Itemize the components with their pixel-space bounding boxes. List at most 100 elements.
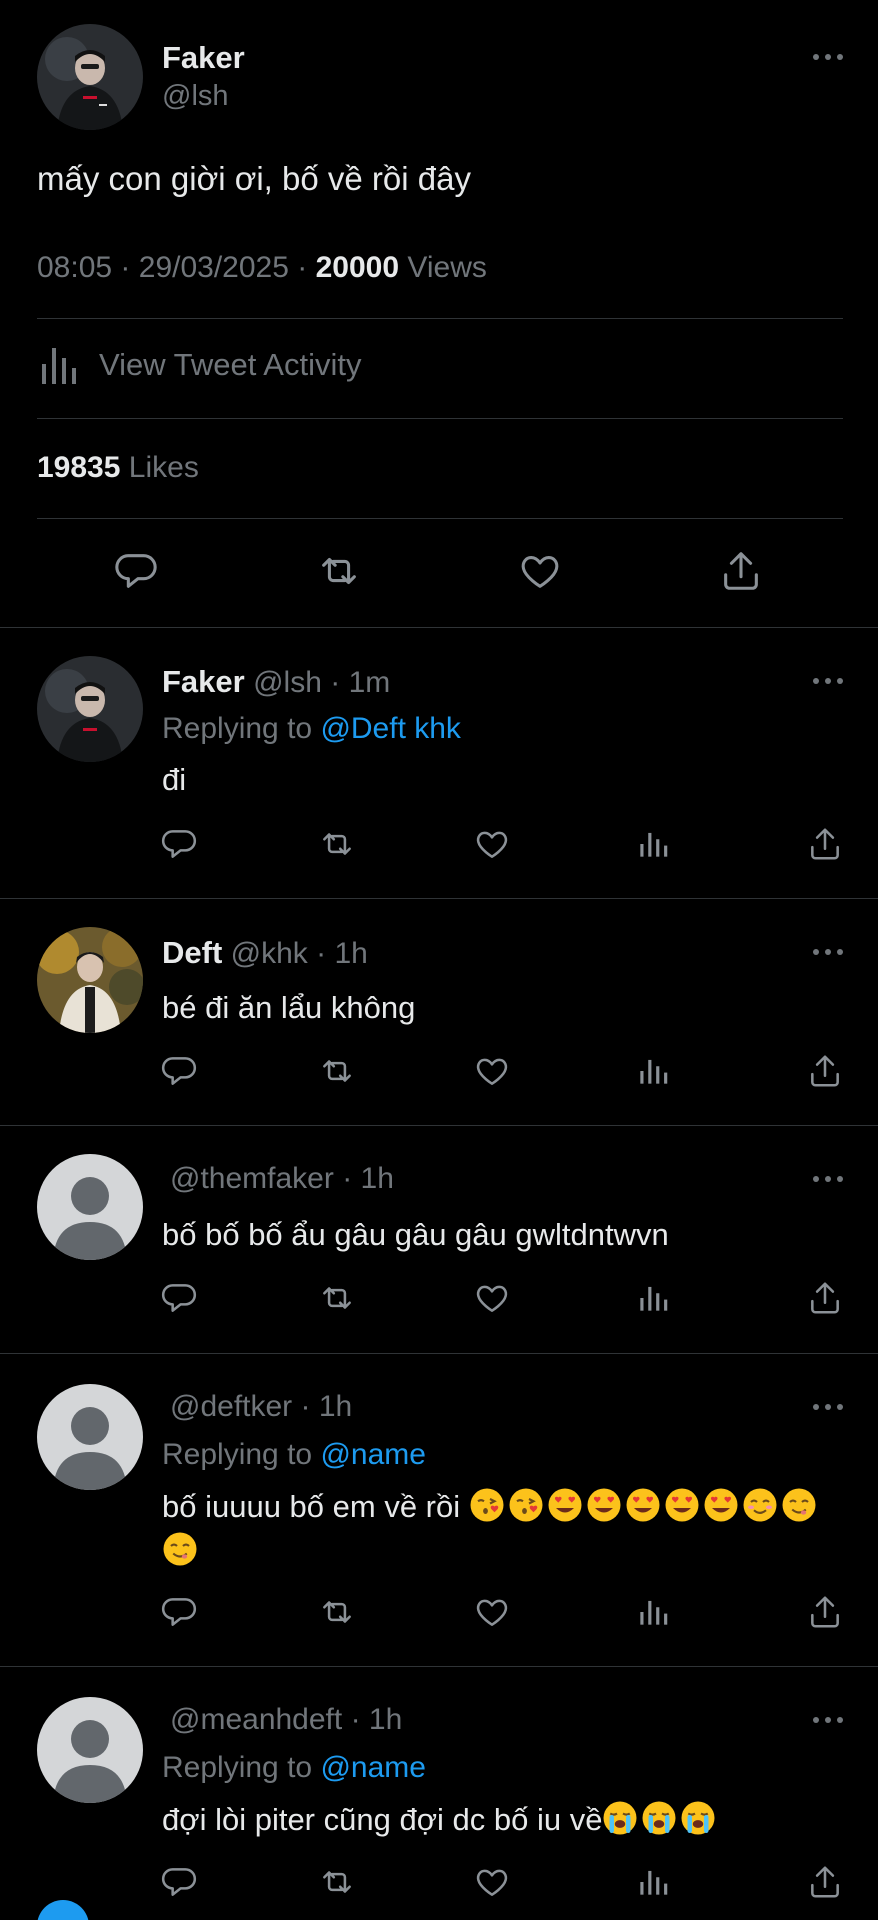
retweet-icon[interactable] bbox=[318, 825, 356, 863]
default-avatar[interactable] bbox=[37, 1154, 143, 1260]
tweet-text: mấy con giời ơi, bố về rồi đây bbox=[37, 160, 471, 197]
author-name[interactable]: Faker bbox=[162, 40, 245, 76]
reply-tweet[interactable]: Faker @lsh · 1m Replying to @Deft khk đi bbox=[0, 628, 878, 899]
reply-text: đợi lòi piter cũng đợi dc bố iu về bbox=[162, 1802, 603, 1837]
views-count: 20000 bbox=[315, 251, 400, 284]
more-options-icon[interactable] bbox=[808, 1392, 848, 1422]
share-icon[interactable] bbox=[806, 1593, 844, 1631]
reply-text: bố iuuuu bố em về rồi bbox=[162, 1489, 461, 1524]
share-icon[interactable] bbox=[806, 1279, 844, 1317]
more-options-icon[interactable] bbox=[808, 666, 848, 696]
reply-text-block: đợi lòi piter cũng đợi dc bố iu về bbox=[162, 1798, 852, 1842]
meta-separator: · bbox=[300, 1390, 311, 1423]
like-icon[interactable] bbox=[473, 825, 511, 863]
replying-to-label: Replying to bbox=[162, 712, 313, 745]
reply-tweet[interactable]: Deft @khk · 1h bé đi ăn lẩu không bbox=[0, 899, 878, 1126]
more-options-icon[interactable] bbox=[808, 1164, 848, 1194]
reply-time: 1h bbox=[334, 937, 368, 970]
heart-eyes-emoji-icon bbox=[587, 1488, 621, 1522]
reply-author-handle[interactable]: @khk bbox=[231, 937, 308, 970]
more-options-icon[interactable] bbox=[808, 42, 848, 72]
main-tweet: Faker @lsh mấy con giời ơi, bố về rồi đâ… bbox=[0, 0, 878, 628]
meta-separator: · bbox=[330, 666, 341, 699]
share-icon[interactable] bbox=[806, 1052, 844, 1090]
views-icon[interactable] bbox=[634, 1052, 672, 1090]
reply-tweet[interactable]: @deftker · 1h Replying to @name bố iuuuu… bbox=[0, 1354, 878, 1667]
author-handle[interactable]: @lsh bbox=[162, 80, 229, 113]
tweet-time: 08:05 bbox=[37, 251, 113, 284]
kissing-heart-emoji-icon bbox=[509, 1488, 543, 1522]
reply-author-handle[interactable]: @deftker bbox=[170, 1390, 292, 1423]
reply-header: Faker @lsh · 1m bbox=[162, 664, 390, 700]
deft-avatar[interactable] bbox=[37, 927, 143, 1033]
retweet-icon[interactable] bbox=[318, 1593, 356, 1631]
heart-eyes-emoji-icon bbox=[704, 1488, 738, 1522]
share-icon[interactable] bbox=[806, 1863, 844, 1901]
likes-count: 19835 bbox=[37, 451, 121, 484]
reply-tweet[interactable]: @themfaker · 1h bố bố bố ẩu gâu gâu gâu … bbox=[0, 1126, 878, 1354]
like-icon[interactable] bbox=[473, 1593, 511, 1631]
loudly-crying-emoji-icon bbox=[681, 1801, 715, 1835]
reply-header: @meanhdeft · 1h bbox=[162, 1703, 402, 1737]
reply-text: bố bố bố ẩu gâu gâu gâu gwltdntwvn bbox=[162, 1217, 669, 1252]
reply-author-handle[interactable]: @meanhdeft bbox=[170, 1703, 342, 1736]
reply-text: bé đi ăn lẩu không bbox=[162, 990, 416, 1025]
reply-time: 1h bbox=[368, 1703, 403, 1736]
reply-author-name[interactable]: Deft bbox=[162, 935, 222, 970]
reply-icon[interactable] bbox=[113, 548, 159, 594]
replying-to-link[interactable]: @Deft khk bbox=[320, 712, 461, 745]
emoji-run bbox=[602, 1801, 719, 1837]
view-tweet-activity[interactable]: View Tweet Activity bbox=[37, 344, 361, 386]
like-icon[interactable] bbox=[473, 1052, 511, 1090]
views-icon[interactable] bbox=[634, 1863, 672, 1901]
likes-summary[interactable]: 19835 Likes bbox=[37, 451, 199, 485]
faker-avatar[interactable] bbox=[37, 656, 143, 762]
reply-icon[interactable] bbox=[160, 1593, 198, 1631]
loudly-crying-emoji-icon bbox=[603, 1801, 637, 1835]
reply-author-name[interactable]: Faker bbox=[162, 664, 245, 699]
retweet-icon[interactable] bbox=[318, 1052, 356, 1090]
reply-icon[interactable] bbox=[160, 1052, 198, 1090]
reply-tweet[interactable]: @meanhdeft · 1h Replying to @name đợi lò… bbox=[0, 1667, 878, 1920]
divider bbox=[37, 318, 843, 319]
reply-icon[interactable] bbox=[160, 1863, 198, 1901]
default-avatar[interactable] bbox=[37, 1697, 143, 1803]
replying-to: Replying to @Deft khk bbox=[162, 712, 461, 746]
yum-emoji-icon bbox=[782, 1488, 816, 1522]
yum-emoji-icon bbox=[163, 1532, 197, 1566]
analytics-icon bbox=[37, 344, 81, 386]
reply-time: 1h bbox=[360, 1162, 394, 1195]
share-icon[interactable] bbox=[806, 825, 844, 863]
heart-eyes-emoji-icon bbox=[626, 1488, 660, 1522]
retweet-icon[interactable] bbox=[316, 548, 362, 594]
reply-author-handle[interactable]: @lsh bbox=[253, 666, 322, 699]
like-icon[interactable] bbox=[473, 1279, 511, 1317]
more-options-icon[interactable] bbox=[808, 1705, 848, 1735]
reply-author-handle[interactable]: @themfaker bbox=[170, 1162, 334, 1195]
replying-to: Replying to @name bbox=[162, 1438, 426, 1472]
like-icon[interactable] bbox=[517, 548, 563, 594]
reply-text-block: bố iuuuu bố em về rồi bbox=[162, 1485, 852, 1573]
faker-avatar[interactable] bbox=[37, 24, 143, 130]
retweet-icon[interactable] bbox=[318, 1279, 356, 1317]
more-options-icon[interactable] bbox=[808, 937, 848, 967]
like-icon[interactable] bbox=[473, 1863, 511, 1901]
reply-icon[interactable] bbox=[160, 1279, 198, 1317]
default-avatar[interactable] bbox=[37, 1384, 143, 1490]
share-icon[interactable] bbox=[718, 548, 764, 594]
meta-separator: · bbox=[297, 251, 308, 284]
views-label: Views bbox=[407, 251, 487, 284]
replying-to-label: Replying to bbox=[162, 1438, 313, 1471]
views-icon[interactable] bbox=[634, 1279, 672, 1317]
replying-to-link[interactable]: @name bbox=[320, 1438, 426, 1471]
replying-to-link[interactable]: @name bbox=[320, 1751, 426, 1784]
views-icon[interactable] bbox=[634, 825, 672, 863]
reply-text: đi bbox=[162, 762, 187, 797]
reply-action-bar bbox=[0, 1052, 878, 1092]
meta-separator: · bbox=[316, 937, 327, 970]
replying-to: Replying to @name bbox=[162, 1751, 426, 1785]
views-icon[interactable] bbox=[634, 1593, 672, 1631]
reply-icon[interactable] bbox=[160, 825, 198, 863]
retweet-icon[interactable] bbox=[318, 1863, 356, 1901]
kissing-heart-emoji-icon bbox=[470, 1488, 504, 1522]
